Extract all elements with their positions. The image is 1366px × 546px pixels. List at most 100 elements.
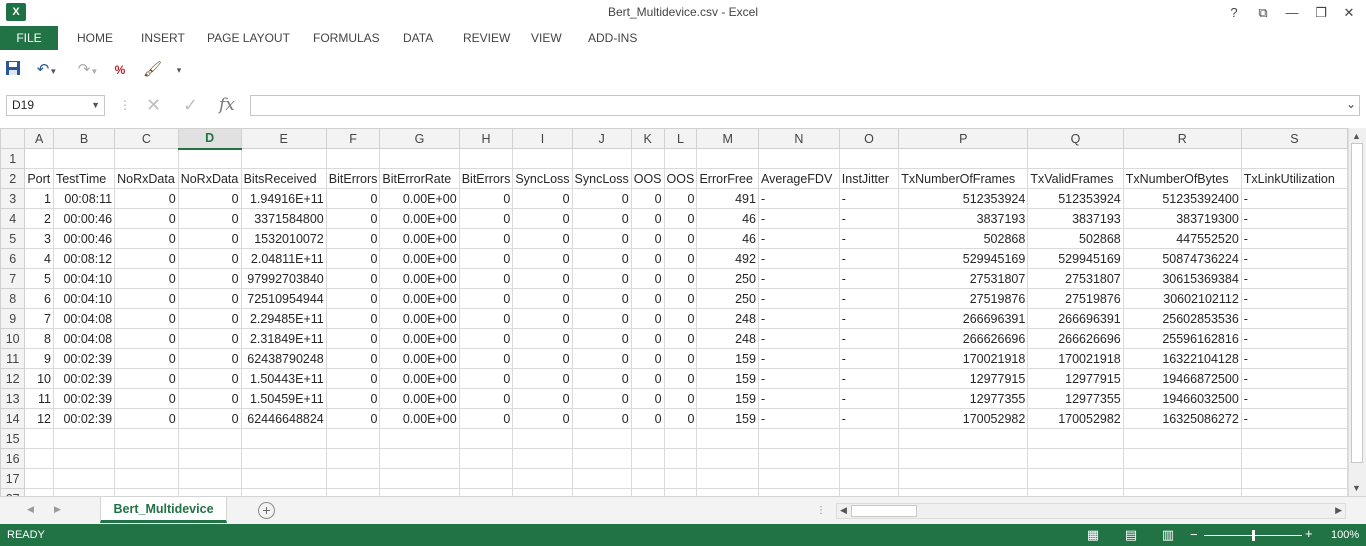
cell-f5[interactable]: 0 [325,228,381,249]
cell-r15[interactable] [1122,428,1242,449]
cell-c9[interactable]: 0 [114,308,179,329]
cell-g4[interactable]: 0.00E+00 [379,208,460,229]
cell-i8[interactable]: 0 [512,288,573,309]
cell-e6[interactable]: 2.04811E+11 [240,248,327,269]
cell-o13[interactable]: - [838,388,900,409]
cell-j3[interactable]: 0 [571,188,632,209]
cell-n13[interactable]: - [757,388,840,409]
cell-n6[interactable]: - [757,248,840,269]
redo-icon[interactable]: ↷▼ [74,60,102,80]
cell-a14[interactable]: 12 [24,408,54,429]
cell-b12[interactable]: 00:02:39 [52,368,116,389]
cell-n7[interactable]: - [757,268,840,289]
cell-k3[interactable]: 0 [630,188,665,209]
cell-c5[interactable]: 0 [114,228,179,249]
cell-q27[interactable] [1027,488,1124,496]
column-header-i[interactable]: I [512,128,573,149]
cell-l14[interactable]: 0 [663,408,698,429]
cell-k17[interactable] [630,468,665,489]
cell-q15[interactable] [1027,428,1124,449]
cell-m14[interactable]: 159 [696,408,759,429]
cell-e3[interactable]: 1.94916E+11 [240,188,327,209]
cell-m2[interactable]: ErrorFree [696,168,759,189]
cell-k5[interactable]: 0 [630,228,665,249]
cell-b6[interactable]: 00:08:12 [52,248,116,269]
cell-r5[interactable]: 447552520 [1122,228,1242,249]
cell-j16[interactable] [571,448,632,469]
column-header-j[interactable]: J [571,128,632,149]
cell-j15[interactable] [571,428,632,449]
cell-p11[interactable]: 170021918 [898,348,1029,369]
cell-l27[interactable] [663,488,698,496]
cell-f27[interactable] [325,488,381,496]
cell-n4[interactable]: - [757,208,840,229]
cell-e14[interactable]: 62446648824 [240,408,327,429]
cell-h4[interactable]: 0 [458,208,514,229]
tab-formulas[interactable]: FORMULAS [311,26,382,50]
cell-q9[interactable]: 266696391 [1027,308,1124,329]
cell-a2[interactable]: Port [24,168,54,189]
cell-e12[interactable]: 1.50443E+11 [240,368,327,389]
minimize-button[interactable]: — [1278,2,1306,24]
cell-i27[interactable] [512,488,573,496]
vertical-scroll-thumb[interactable] [1351,143,1363,463]
zoom-in-button[interactable]: + [1305,526,1313,541]
cell-b4[interactable]: 00:00:46 [52,208,116,229]
cell-e5[interactable]: 1532010072 [240,228,327,249]
cell-a27[interactable] [24,488,54,496]
cell-l10[interactable]: 0 [663,328,698,349]
cell-q5[interactable]: 502868 [1027,228,1124,249]
cell-j11[interactable]: 0 [571,348,632,369]
cell-s9[interactable]: - [1240,308,1348,329]
cell-l11[interactable]: 0 [663,348,698,369]
cell-n12[interactable]: - [757,368,840,389]
cell-h17[interactable] [458,468,514,489]
cell-h9[interactable]: 0 [458,308,514,329]
insert-function-icon[interactable]: fx [219,95,235,115]
cell-l6[interactable]: 0 [663,248,698,269]
cell-b13[interactable]: 00:02:39 [52,388,116,409]
cell-p14[interactable]: 170052982 [898,408,1029,429]
cell-r8[interactable]: 30602102112 [1122,288,1242,309]
row-header[interactable]: 2 [0,168,26,189]
cell-f9[interactable]: 0 [325,308,381,329]
cell-q2[interactable]: TxValidFrames [1027,168,1124,189]
cell-g12[interactable]: 0.00E+00 [379,368,460,389]
cell-a4[interactable]: 2 [24,208,54,229]
cell-o4[interactable]: - [838,208,900,229]
cell-r11[interactable]: 16322104128 [1122,348,1242,369]
cell-k16[interactable] [630,448,665,469]
cell-q16[interactable] [1027,448,1124,469]
cell-p7[interactable]: 27531807 [898,268,1029,289]
cell-j7[interactable]: 0 [571,268,632,289]
cell-a12[interactable]: 10 [24,368,54,389]
zoom-slider-thumb[interactable] [1252,530,1255,541]
cell-k8[interactable]: 0 [630,288,665,309]
cell-l2[interactable]: OOS [663,168,698,189]
scroll-up-icon[interactable]: ▲ [1352,131,1361,141]
column-header-l[interactable]: L [663,128,698,149]
cell-p4[interactable]: 3837193 [898,208,1029,229]
cell-p8[interactable]: 27519876 [898,288,1029,309]
cell-s8[interactable]: - [1240,288,1348,309]
cell-k2[interactable]: OOS [630,168,665,189]
cell-o3[interactable]: - [838,188,900,209]
cell-h12[interactable]: 0 [458,368,514,389]
column-header-s[interactable]: S [1240,128,1348,149]
cell-c15[interactable] [114,428,179,449]
cell-m16[interactable] [696,448,759,469]
column-header-g[interactable]: G [379,128,460,149]
cell-r1[interactable] [1122,148,1242,169]
cell-s7[interactable]: - [1240,268,1348,289]
cell-d14[interactable]: 0 [177,408,242,429]
cell-o7[interactable]: - [838,268,900,289]
cell-p2[interactable]: TxNumberOfFrames [898,168,1029,189]
cell-d11[interactable]: 0 [177,348,242,369]
chevron-down-icon[interactable]: ▼ [91,96,100,115]
cell-m4[interactable]: 46 [696,208,759,229]
previous-sheet-icon[interactable]: ◀ [27,504,34,515]
cell-j10[interactable]: 0 [571,328,632,349]
cell-s15[interactable] [1240,428,1348,449]
cell-k6[interactable]: 0 [630,248,665,269]
cell-r17[interactable] [1122,468,1242,489]
